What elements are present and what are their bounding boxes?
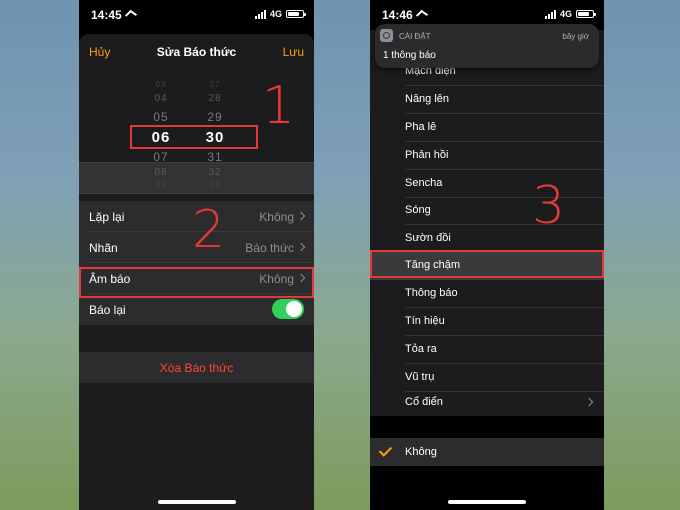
row-label: Lặp lại: [89, 210, 125, 224]
chevron-right-icon: [296, 211, 306, 221]
notification-app-name: CÀI ĐẶT: [399, 32, 431, 41]
tone-item[interactable]: Tỏa ra: [370, 336, 604, 364]
status-time: 14:46: [382, 8, 413, 22]
save-button[interactable]: Lưu: [283, 45, 304, 59]
home-indicator: [157, 500, 236, 504]
picker-value: 08: [154, 167, 168, 178]
home-indicator: [448, 500, 526, 504]
picker-value: 27: [209, 80, 221, 89]
row-value: Báo thức: [245, 241, 294, 255]
classic-tones-item[interactable]: Cổ điển: [370, 389, 604, 417]
tone-label: Sườn đồi: [405, 232, 451, 244]
checkmark-icon: [378, 443, 393, 457]
picker-value: 05: [153, 110, 169, 124]
status-bar: 14:45 4G: [79, 0, 314, 30]
picker-value: 09: [155, 180, 167, 189]
step-number-3: 3: [532, 176, 566, 236]
tone-label: Tín hiệu: [405, 315, 445, 327]
location-arrow-icon: [124, 9, 138, 21]
picker-value: 28: [208, 93, 222, 104]
picker-value: 29: [207, 110, 223, 124]
tone-item[interactable]: Vũ trụ: [370, 364, 604, 392]
picker-value: 32: [208, 167, 222, 178]
delete-alarm-button[interactable]: Xóa Báo thức: [79, 352, 314, 383]
network-label: 4G: [269, 9, 282, 19]
toggle-knob: [286, 301, 302, 317]
tone-item[interactable]: Sườn đồi: [370, 225, 604, 253]
tone-label: Nâng lên: [405, 93, 450, 105]
tone-label: Cổ điển: [405, 396, 443, 408]
settings-app-icon: [380, 29, 393, 42]
none-tone-row[interactable]: Không: [370, 438, 604, 466]
tone-label: Tỏa ra: [405, 343, 437, 355]
row-value: Không: [259, 210, 294, 224]
notification-banner[interactable]: CÀI ĐẶT bây giờ 1 thông báo: [375, 24, 599, 68]
chevron-right-icon: [296, 242, 306, 252]
picker-value: 03: [155, 80, 167, 89]
notification-message: 1 thông báo: [383, 50, 436, 61]
tone-label: Pha lê: [405, 121, 437, 133]
tone-label: Vũ trụ: [405, 371, 435, 383]
signal-bars-icon: [544, 9, 556, 19]
row-label: Báo lại: [89, 303, 126, 317]
picker-value: 31: [207, 150, 223, 164]
step-number-1: 1: [262, 76, 296, 136]
nav-bar: Hủy Sửa Báo thức Lưu: [79, 34, 314, 70]
delete-label: Xóa Báo thức: [159, 361, 234, 375]
phone-right-screen: 14:46 4G Mạch điện Nâng lên Pha lê Phản …: [370, 0, 604, 510]
tone-item[interactable]: Pha lê: [370, 114, 604, 142]
tone-label: Không: [405, 446, 437, 458]
step-number-2: 2: [192, 200, 226, 260]
row-label: Nhãn: [89, 241, 118, 255]
tone-item[interactable]: Tín hiệu: [370, 308, 604, 336]
picker-value: 04: [154, 93, 168, 104]
snooze-toggle[interactable]: [272, 299, 304, 319]
signal-bars-icon: [254, 9, 266, 19]
notification-time: bây giờ: [562, 32, 589, 41]
snooze-row: Báo lại: [79, 294, 314, 325]
tone-list: Mạch điện Nâng lên Pha lê Phản hồi Sench…: [370, 30, 604, 416]
tone-item[interactable]: Thông báo: [370, 280, 604, 308]
tone-label: Thông báo: [405, 287, 458, 299]
picker-value: 33: [209, 180, 221, 189]
tone-item[interactable]: Phản hồi: [370, 142, 604, 170]
battery-icon: [286, 10, 306, 18]
picker-value: 07: [153, 150, 169, 164]
status-time: 14:45: [91, 8, 122, 22]
tone-item[interactable]: Sóng: [370, 197, 604, 225]
tone-item[interactable]: Nâng lên: [370, 86, 604, 114]
time-highlight-box: [130, 125, 258, 149]
tone-label: Phản hồi: [405, 149, 449, 161]
tone-label: Sencha: [405, 177, 443, 189]
chevron-right-icon: [584, 397, 594, 407]
sound-highlight-box: [79, 267, 314, 298]
battery-icon: [576, 10, 596, 18]
network-label: 4G: [559, 9, 572, 19]
tone-item[interactable]: Sencha: [370, 170, 604, 198]
tone-label: Sóng: [405, 204, 431, 216]
location-arrow-icon: [415, 9, 429, 21]
tone-highlight-box: [370, 250, 604, 278]
page-title: Sửa Báo thức: [156, 45, 237, 59]
